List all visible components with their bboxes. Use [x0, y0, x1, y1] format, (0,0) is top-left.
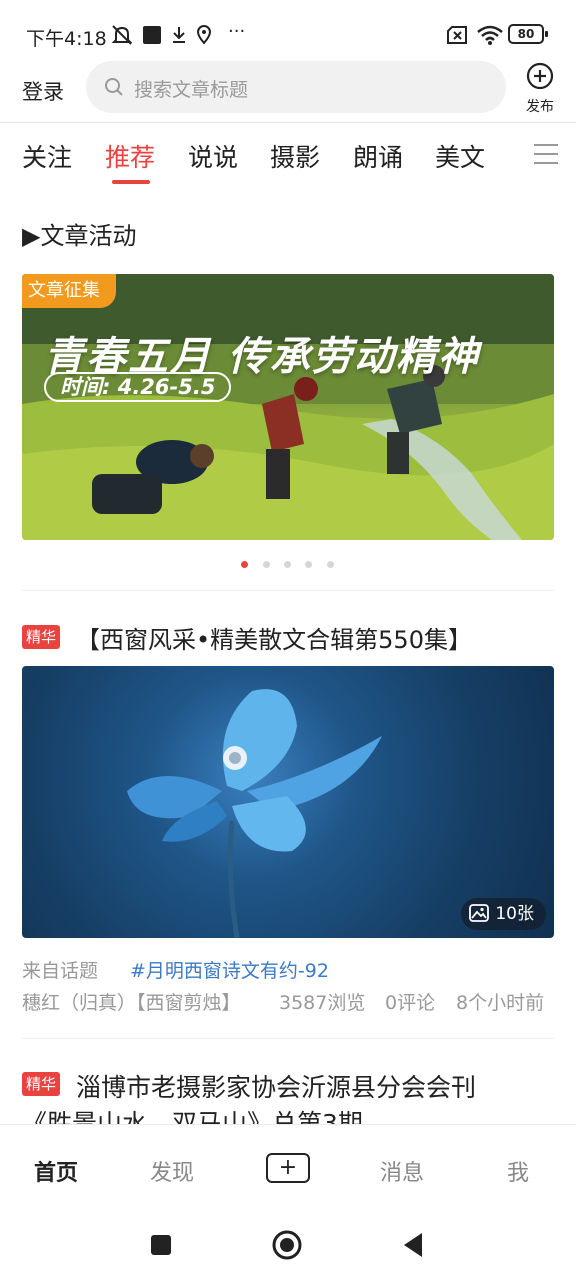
search-input[interactable]: 搜索文章标题: [86, 61, 506, 113]
back-icon[interactable]: [402, 1232, 424, 1258]
bottom-navigation: 首页 发现 + 消息 我: [0, 1124, 576, 1214]
tab-photography[interactable]: 摄影: [270, 138, 320, 174]
publish-label: 发布: [526, 99, 554, 115]
tab-fade: [504, 132, 534, 182]
tab-recitation[interactable]: 朗诵: [353, 138, 403, 174]
activity-banner[interactable]: 文章征集 青春五月 传承劳动精神 时间: 4.26-5.5: [22, 274, 554, 540]
nav-me[interactable]: 我: [507, 1155, 529, 1187]
carousel-dot[interactable]: [284, 561, 291, 568]
battery-indicator: 80: [508, 24, 544, 44]
banner-date: 时间: 4.26-5.5: [44, 372, 232, 402]
status-time: 下午4:18: [26, 28, 107, 50]
view-count: 3587浏览: [279, 992, 366, 1014]
top-header: 登录 搜索文章标题 发布: [0, 60, 576, 124]
comment-count: 0评论: [385, 992, 436, 1014]
section-divider: [22, 590, 554, 591]
no-sim-icon: [447, 26, 467, 44]
article-title[interactable]: 【西窗风采•精美散文合辑第550集】: [76, 620, 472, 655]
carousel-dot[interactable]: [305, 561, 312, 568]
tab-menu-icon[interactable]: [534, 144, 558, 171]
download-icon: [173, 27, 185, 43]
more-status-icon: ···: [228, 21, 246, 42]
banner-image: [22, 274, 554, 540]
nav-add-button[interactable]: +: [266, 1153, 310, 1183]
header-divider: [0, 122, 576, 123]
gallery-icon: [469, 904, 490, 922]
nav-messages[interactable]: 消息: [380, 1155, 424, 1187]
image-count: 10张: [495, 904, 534, 924]
bell-muted-icon: [111, 25, 133, 45]
category-tabs: 关注 推荐 说说 摄影 朗诵 美文: [0, 132, 576, 192]
carousel-dot[interactable]: [263, 561, 270, 568]
tab-recommend[interactable]: 推荐: [105, 138, 155, 174]
active-tab-indicator: [112, 180, 150, 184]
banner-tag: 文章征集: [22, 274, 116, 308]
home-icon[interactable]: [272, 1230, 302, 1260]
section-divider: [22, 1038, 554, 1039]
tab-essays[interactable]: 美文: [435, 138, 485, 174]
featured-badge: 精华: [22, 1072, 61, 1096]
system-navigation-bar: [0, 1214, 576, 1280]
nav-discover[interactable]: 发现: [150, 1155, 194, 1187]
article-cover-image[interactable]: 10张: [22, 666, 554, 938]
app-square-icon: [143, 26, 161, 44]
add-circle-icon: [526, 62, 554, 90]
featured-badge: 精华: [22, 625, 61, 649]
nav-home[interactable]: 首页: [34, 1155, 78, 1187]
battery-cap: [545, 31, 548, 37]
battery-level: 80: [517, 27, 535, 41]
carousel-dot[interactable]: [327, 561, 334, 568]
author-name[interactable]: 穗红（归真）【西窗剪烛】: [22, 988, 241, 1015]
login-button[interactable]: 登录: [22, 76, 64, 106]
recent-apps-icon[interactable]: [150, 1234, 172, 1256]
image-count-badge: 10张: [461, 898, 546, 930]
post-time: 8个小时前: [456, 992, 545, 1014]
topic-link[interactable]: #月明西窗诗文有约-92: [130, 956, 329, 983]
search-placeholder: 搜索文章标题: [134, 79, 249, 101]
article-title[interactable]: 淄博市老摄影家协会沂源县分会会刊: [76, 1068, 476, 1104]
wifi-icon: [477, 25, 503, 45]
carousel-dot[interactable]: [241, 561, 248, 568]
publish-button[interactable]: 发布: [520, 62, 560, 116]
location-icon: [196, 25, 212, 45]
tab-shuoshuo[interactable]: 说说: [188, 138, 238, 174]
tab-follow[interactable]: 关注: [22, 138, 72, 174]
section-title: ▶文章活动: [22, 222, 137, 250]
search-icon: [105, 78, 123, 96]
from-topic-label: 来自话题: [22, 960, 99, 982]
